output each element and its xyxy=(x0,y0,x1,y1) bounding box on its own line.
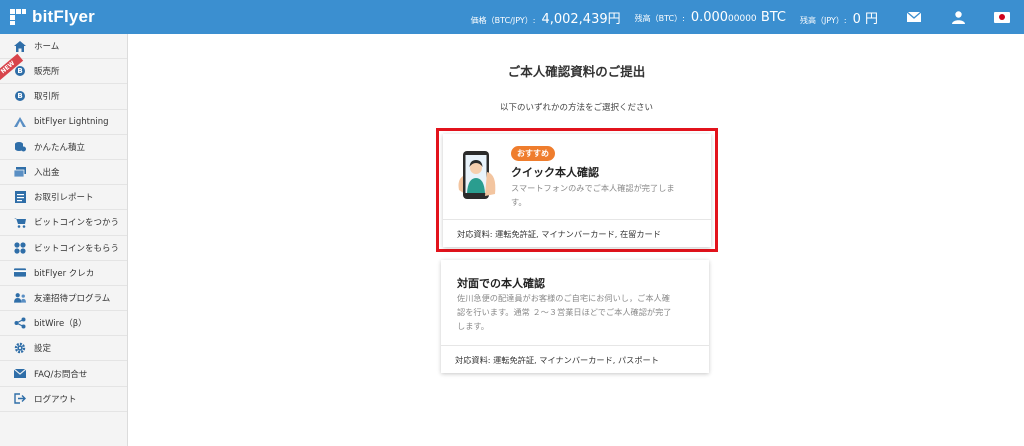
mail-icon xyxy=(907,12,921,22)
mail-icon xyxy=(14,368,26,380)
logout-icon xyxy=(14,393,26,405)
page-title: ご本人確認資料のご提出 xyxy=(507,64,646,79)
brand-name: bitFlyer xyxy=(32,7,96,26)
sidebar-item[interactable]: FAQ/お問合せ xyxy=(0,361,127,387)
sidebar-item[interactable]: B 取引所 xyxy=(0,84,127,110)
quick-verification-card[interactable]: おすすめ クイック本人確認 スマートフォンのみでご本人確認が完了しま す。 対応… xyxy=(443,134,711,247)
bitcoin-coin-icon: B xyxy=(14,90,26,102)
in-person-verification-documents: 対応資料: 運転免許証, マイナンバーカード, パスポート xyxy=(441,345,709,373)
share-icon xyxy=(14,317,26,329)
invite-friends-icon xyxy=(14,292,26,304)
sidebar-item[interactable]: ビットコインをもらう xyxy=(0,236,127,261)
report-icon xyxy=(14,191,26,204)
sidebar-item-label: bitFlyer Lightning xyxy=(34,116,109,127)
bitcoin-coin-icon: B xyxy=(14,65,26,77)
sidebar-item[interactable]: 入出金 xyxy=(0,160,127,186)
btc-balance-value: 0.00000000 BTC xyxy=(690,9,786,25)
sidebar-item-label: 友達招待プログラム xyxy=(34,293,111,304)
sidebar-item-label: bitWire（β） xyxy=(34,319,87,330)
deposit-icon xyxy=(14,166,26,178)
jpy-balance-value: 0 円 xyxy=(852,11,878,27)
lightning-icon xyxy=(14,116,26,128)
gear-icon xyxy=(14,342,26,354)
home-icon xyxy=(14,40,26,52)
jpy-balance-stat: 残高（JPY）: 0 円 xyxy=(800,8,878,27)
jpy-balance-label: 残高（JPY）: xyxy=(800,15,847,25)
credit-card-icon xyxy=(14,267,26,279)
header-stats: 価格（BTC/JPY）: 4,002,439円 残高（BTC）: 0.00000… xyxy=(471,0,1024,34)
quick-verification-documents: 対応資料: 運転免許証, マイナンバーカード, 在留カード xyxy=(443,219,711,247)
sidebar-item-label: ホーム xyxy=(34,42,60,53)
sidebar-item-label: 入出金 xyxy=(34,168,60,179)
sidebar-item-label: ログアウト xyxy=(34,394,77,405)
bitflyer-logo-icon xyxy=(10,9,26,25)
in-person-verification-card[interactable]: 対面での本人確認 佐川急便の配達員がお客様のご自宅にお伺いし，ご本人確 認を行い… xyxy=(441,260,709,373)
recommended-badge: おすすめ xyxy=(511,146,555,161)
cart-icon xyxy=(14,216,26,228)
price-stat: 価格（BTC/JPY）: 4,002,439円 xyxy=(471,8,621,27)
btc-balance-stat: 残高（BTC）: 0.00000000 BTC xyxy=(635,10,786,25)
top-navigation-bar: bitFlyer 価格（BTC/JPY）: 4,002,439円 残高（BTC）… xyxy=(0,0,1024,34)
sidebar-item-label: かんたん積立 xyxy=(34,142,86,153)
sidebar-item[interactable]: bitWire（β） xyxy=(0,311,127,337)
language-button[interactable] xyxy=(980,0,1024,34)
japan-flag-icon xyxy=(994,11,1010,23)
page-subtitle: 以下のいずれかの方法をご選択ください xyxy=(499,103,653,113)
sidebar-item-label: お取引レポート xyxy=(34,193,94,204)
account-button[interactable] xyxy=(936,0,980,34)
sidebar-item[interactable]: ログアウト xyxy=(0,387,127,412)
quick-verification-title: クイック本人確認 xyxy=(511,166,599,179)
sidebar-item-label: 取引所 xyxy=(34,92,60,103)
sidebar-item[interactable]: ビットコインをつかう xyxy=(0,210,127,236)
price-label: 価格（BTC/JPY）: xyxy=(470,15,536,25)
sidebar-item-label: ビットコインをつかう xyxy=(34,218,120,229)
sidebar: ホーム NEW B 販売所 B 取引所 bitFlyer Lightning かんたん積立 入出… xyxy=(0,34,128,446)
sidebar-item[interactable]: NEW B 販売所 xyxy=(0,53,127,85)
sidebar-item[interactable]: かんたん積立 xyxy=(0,135,127,160)
messages-button[interactable] xyxy=(892,0,936,34)
sidebar-item[interactable]: 設定 xyxy=(0,336,127,362)
sidebar-item-label: FAQ/お問合せ xyxy=(34,369,88,380)
sidebar-item[interactable]: bitFlyer クレカ xyxy=(0,261,127,286)
sidebar-item[interactable]: お取引レポート xyxy=(0,185,127,211)
sidebar-item-label: 設定 xyxy=(34,344,52,355)
coin-stack-icon xyxy=(14,141,26,153)
gift-icon xyxy=(14,241,26,254)
quick-verification-description: スマートフォンのみでご本人確認が完了しま す。 xyxy=(511,183,675,207)
btc-balance-label: 残高（BTC）: xyxy=(634,13,685,23)
price-value: 4,002,439円 xyxy=(541,11,621,27)
sidebar-item-label: ビットコインをもらう xyxy=(34,243,120,254)
sidebar-item[interactable]: bitFlyer Lightning xyxy=(0,110,127,135)
main-content: ご本人確認資料のご提出 以下のいずれかの方法をご選択ください おすすめ クイック… xyxy=(129,34,1024,446)
brand-logo-link[interactable]: bitFlyer xyxy=(10,7,95,27)
user-icon xyxy=(951,10,965,24)
sidebar-item-label: 販売所 xyxy=(34,67,60,78)
smartphone-selfie-icon xyxy=(458,151,496,199)
in-person-verification-description: 佐川急便の配達員がお客様のご自宅にお伺いし，ご本人確 認を行います。通常 ２～３… xyxy=(457,293,672,331)
sidebar-item-label: bitFlyer クレカ xyxy=(34,268,95,279)
sidebar-item[interactable]: 友達招待プログラム xyxy=(0,286,127,312)
in-person-verification-title: 対面での本人確認 xyxy=(457,277,545,290)
